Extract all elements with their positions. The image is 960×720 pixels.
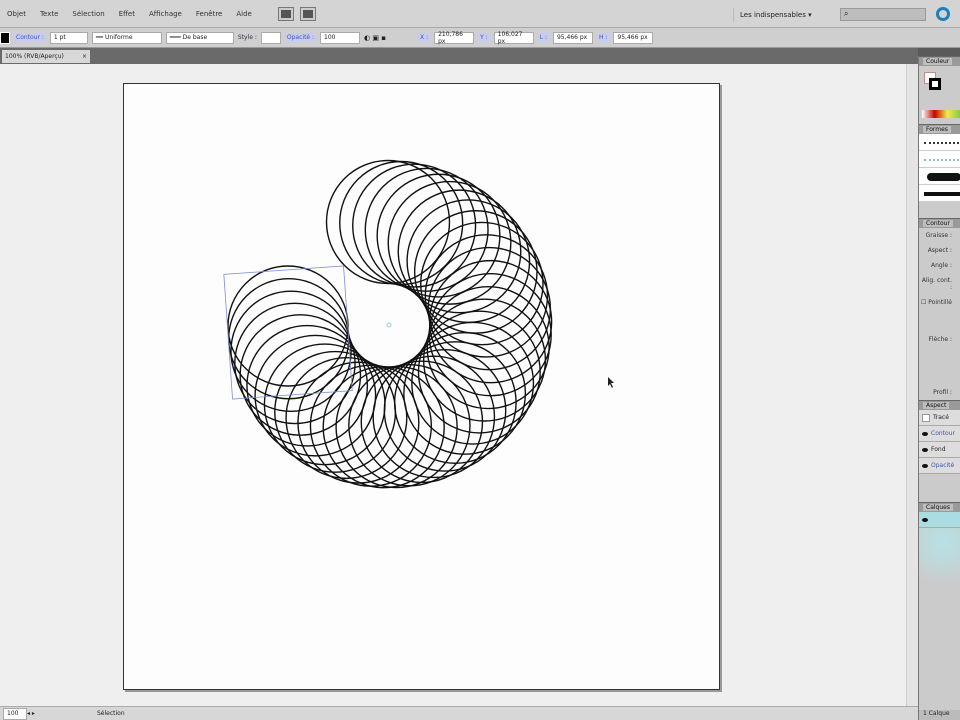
appearance-path-label: Tracé <box>933 414 949 421</box>
panel-dock: Couleur Formes Contour Graisse : Aspect … <box>918 56 960 720</box>
spiro-circle[interactable] <box>387 180 512 305</box>
spiro-circle[interactable] <box>383 348 507 472</box>
appearance-opacity-label[interactable]: Opacité <box>931 462 954 469</box>
status-tool-label[interactable]: Sélection <box>97 710 157 717</box>
spiro-circle[interactable] <box>234 302 356 425</box>
arrowheads-label: Flèche : <box>928 336 952 343</box>
brushes-panel <box>919 134 960 202</box>
layer-row[interactable] <box>919 512 960 528</box>
color-panel-title: Couleur <box>923 58 953 65</box>
spiro-circle[interactable] <box>325 159 451 285</box>
appearance-opacity-row[interactable]: Opacité <box>919 458 960 474</box>
status-bar: 100 ◂ ▸ Sélection <box>0 706 918 720</box>
brushes-panel-title: Formes <box>923 126 951 133</box>
brush-item[interactable] <box>919 168 960 185</box>
appearance-stroke-label[interactable]: Contour <box>931 430 955 437</box>
spiro-circle[interactable] <box>428 259 553 384</box>
appearance-panel-header[interactable]: Aspect <box>919 400 960 410</box>
vertical-scrollbar[interactable] <box>906 64 918 706</box>
layers-count: 1 Calque <box>919 710 960 720</box>
brushes-footer <box>919 202 960 218</box>
spiro-circle[interactable] <box>422 298 547 422</box>
brushes-panel-header[interactable]: Formes <box>919 124 960 134</box>
spiro-circle[interactable] <box>339 160 464 286</box>
cs-live-icon[interactable] <box>936 7 950 21</box>
stroke-panel-header[interactable]: Contour <box>919 218 960 228</box>
dashed-line-label: Pointillé <box>928 299 952 306</box>
spiro-circle[interactable] <box>364 167 489 292</box>
brush-item[interactable] <box>919 185 960 202</box>
color-panel-header[interactable]: Couleur <box>919 56 960 66</box>
profile-label: Profil : <box>933 389 952 396</box>
appearance-panel-title: Aspect <box>923 402 950 409</box>
dashed-line-checkbox[interactable]: ☐ Pointillé <box>919 295 960 310</box>
appearance-path-row[interactable]: Tracé <box>919 410 960 426</box>
visibility-eye-icon[interactable] <box>922 463 928 468</box>
layers-panel-title: Calques <box>923 504 953 511</box>
visibility-eye-icon[interactable] <box>922 447 928 452</box>
stroke-corner-label: Angle : <box>930 262 952 269</box>
visibility-eye-icon[interactable] <box>922 517 928 522</box>
spiro-circle[interactable] <box>227 265 349 387</box>
layers-panel-header[interactable]: Calques <box>919 502 960 512</box>
zoom-field[interactable]: 100 <box>3 707 27 720</box>
brush-item[interactable] <box>919 134 960 151</box>
appearance-fill-label[interactable]: Fond <box>931 446 946 453</box>
stroke-color-swatch[interactable] <box>929 78 941 90</box>
visibility-eye-icon[interactable] <box>922 431 928 436</box>
center-point <box>386 322 392 328</box>
artboard-nav[interactable]: ◂ ▸ <box>27 710 97 717</box>
stroke-panel-title: Contour <box>923 220 953 227</box>
stroke-align-label: Alig. cont. : <box>921 277 952 291</box>
color-spectrum[interactable] <box>922 110 960 118</box>
stroke-cap-label: Aspect : <box>927 247 952 254</box>
stroke-weight-label: Graisse : <box>925 232 952 239</box>
appearance-fill-row[interactable]: Fond <box>919 442 960 458</box>
brush-item[interactable] <box>919 151 960 168</box>
color-panel <box>919 66 960 124</box>
appearance-stroke-row[interactable]: Contour <box>919 426 960 442</box>
spirograph-artwork[interactable] <box>0 0 918 706</box>
mouse-cursor-icon <box>608 377 614 388</box>
